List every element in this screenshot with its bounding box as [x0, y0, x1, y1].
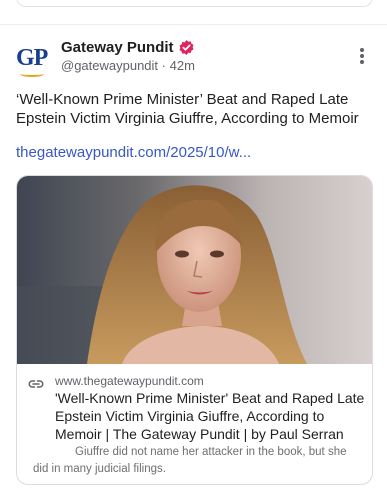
post-divider — [0, 24, 387, 25]
post-text: ‘Well-Known Prime Minister’ Beat and Rap… — [16, 91, 359, 127]
link-preview-card[interactable]: www.thegatewaypundit.com 'Well-Known Pri… — [16, 175, 373, 485]
preview-title: 'Well-Known Prime Minister' Beat and Rap… — [55, 390, 365, 442]
post-time: 42m — [169, 58, 195, 73]
avatar-swoosh — [20, 71, 44, 77]
avatar[interactable]: GP — [16, 44, 48, 77]
avatar-logo-text: GP — [16, 45, 48, 71]
preview-image — [17, 176, 372, 364]
author-name[interactable]: Gateway Pundit — [61, 39, 174, 56]
author-row: Gateway Pundit — [61, 39, 195, 56]
author-handle[interactable]: @gatewaypundit — [61, 58, 158, 73]
preview-body: www.thegatewaypundit.com 'Well-Known Pri… — [17, 364, 372, 484]
post-link[interactable]: thegatewaypundit.com/2025/10/w... — [16, 144, 251, 161]
verified-badge-icon — [179, 40, 194, 55]
separator-dot: · — [161, 58, 167, 73]
previous-post-card — [16, 0, 373, 7]
preview-description: Giuffre did not name her attacker in the… — [33, 446, 347, 475]
preview-domain: www.thegatewaypundit.com — [55, 374, 204, 388]
link-icon — [28, 380, 44, 388]
handle-row: @gatewaypundit · 42m — [61, 58, 195, 73]
more-vertical-icon[interactable] — [356, 48, 368, 68]
